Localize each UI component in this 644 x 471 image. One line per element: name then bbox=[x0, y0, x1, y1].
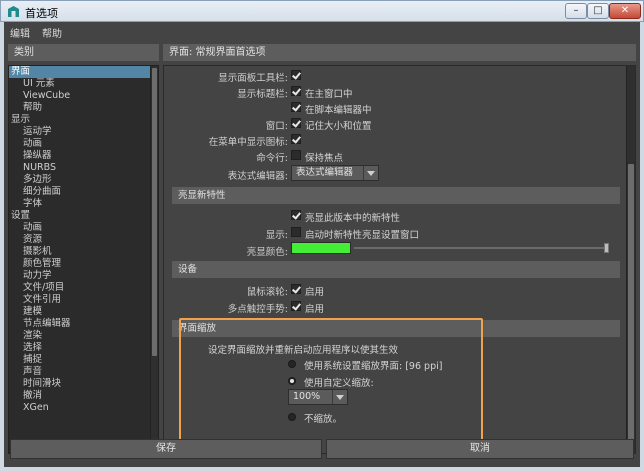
highlight-color-slider-track[interactable] bbox=[354, 247, 607, 249]
category-scroll-thumb[interactable] bbox=[152, 68, 157, 356]
use-custom-scaling-radio[interactable] bbox=[288, 377, 296, 385]
use-custom-scaling-text: 使用自定义缩放: bbox=[304, 378, 374, 389]
category-item[interactable]: 选择 bbox=[9, 342, 42, 354]
title-bar-label: 显示标题栏: bbox=[237, 89, 288, 100]
category-item[interactable]: 文件引用 bbox=[9, 294, 61, 306]
maya-app-icon bbox=[8, 6, 19, 17]
preferences-client: 编辑 帮助 类别 界面: 常规界面首选项 界面 UI 元素 ViewCube 帮… bbox=[4, 22, 640, 467]
category-item[interactable]: 时间滑块 bbox=[9, 378, 61, 390]
menu-icons-checkbox[interactable] bbox=[291, 134, 301, 144]
mouse-wheel-label: 鼠标滚轮: bbox=[246, 287, 288, 298]
close-button[interactable]: ✕ bbox=[609, 3, 641, 19]
category-item[interactable]: 帮助 bbox=[9, 102, 42, 114]
save-button[interactable]: 保存 bbox=[10, 439, 322, 459]
window-label: 窗口: bbox=[265, 121, 288, 132]
highlight-color-slider-handle[interactable] bbox=[604, 243, 609, 253]
category-item[interactable]: NURBS bbox=[9, 162, 56, 174]
category-item[interactable]: 捕捉 bbox=[9, 354, 42, 366]
category-list[interactable]: 界面 UI 元素 ViewCube 帮助 显示 运动学 动画 操纵器 NURBS… bbox=[8, 65, 159, 454]
panel-toolbar-checkbox[interactable] bbox=[291, 70, 301, 80]
multitouch-label: 多点触控手势: bbox=[227, 304, 288, 315]
menu-icons-label: 在菜单中显示图标: bbox=[208, 137, 288, 148]
title-script-editor-checkbox[interactable] bbox=[291, 102, 301, 112]
no-scaling-radio[interactable] bbox=[288, 413, 296, 421]
section-highlight-new[interactable]: 亮显新特性 bbox=[172, 187, 620, 204]
expr-editor-dropdown[interactable]: 表达式编辑器 bbox=[291, 165, 379, 181]
highlight-color-swatch[interactable] bbox=[291, 242, 351, 254]
scaling-hint: 设定界面缩放并重新启动应用程序以使其生效 bbox=[208, 345, 399, 356]
category-item[interactable]: 多边形 bbox=[9, 174, 52, 186]
category-item[interactable]: 细分曲面 bbox=[9, 186, 61, 198]
title-main-window-checkbox[interactable] bbox=[291, 86, 301, 96]
use-system-scaling-radio[interactable] bbox=[288, 360, 296, 368]
mouse-wheel-text: 启用 bbox=[305, 287, 325, 298]
title-main-window-text: 在主窗口中 bbox=[305, 89, 353, 100]
category-item[interactable]: 动画 bbox=[9, 138, 42, 150]
category-item[interactable]: 文件/项目 bbox=[9, 282, 64, 294]
category-item[interactable]: 界面 bbox=[9, 66, 150, 78]
remember-size-checkbox[interactable] bbox=[291, 118, 301, 128]
content-scrollbar[interactable] bbox=[626, 66, 635, 453]
show-label: 显示: bbox=[265, 230, 288, 241]
category-item[interactable]: 动力学 bbox=[9, 270, 52, 282]
dropdown-separator bbox=[332, 390, 333, 404]
highlight-version-checkbox[interactable] bbox=[291, 210, 301, 220]
category-item[interactable]: 颜色管理 bbox=[9, 258, 61, 270]
title-bar: 首选项 – □ ✕ bbox=[0, 0, 644, 22]
no-scaling-text: 不缩放。 bbox=[304, 414, 343, 425]
category-item[interactable]: 设置 bbox=[9, 210, 30, 222]
keep-focus-checkbox[interactable] bbox=[291, 150, 301, 160]
use-system-scaling-text: 使用系统设置缩放界面: [96 ppi] bbox=[304, 361, 443, 372]
category-item[interactable]: 操纵器 bbox=[9, 150, 52, 162]
multitouch-checkbox[interactable] bbox=[291, 301, 301, 311]
show-at-startup-text: 启动时新特性亮显设置窗口 bbox=[305, 230, 420, 241]
command-line-label: 命令行: bbox=[256, 153, 288, 164]
categories-header: 类别 bbox=[8, 44, 159, 61]
category-item[interactable]: UI 元素 bbox=[9, 78, 55, 90]
multitouch-text: 启用 bbox=[305, 304, 325, 315]
chevron-down-icon bbox=[336, 395, 344, 400]
section-ui-scaling[interactable]: 界面缩放 bbox=[172, 320, 620, 337]
title-script-editor-text: 在脚本编辑器中 bbox=[305, 105, 372, 116]
menu-bar: 编辑 帮助 bbox=[4, 22, 640, 40]
category-item[interactable]: 字体 bbox=[9, 198, 42, 210]
panel-toolbar-label: 显示面板工具栏: bbox=[218, 73, 288, 84]
category-item[interactable]: 渲染 bbox=[9, 330, 42, 342]
category-item[interactable]: ViewCube bbox=[9, 90, 70, 102]
category-item[interactable]: 节点编辑器 bbox=[9, 318, 71, 330]
category-item[interactable]: XGen bbox=[9, 402, 49, 414]
custom-scale-value: 100% bbox=[293, 391, 321, 402]
window-title: 首选项 bbox=[25, 7, 58, 20]
highlight-color-label: 亮显颜色: bbox=[246, 247, 288, 258]
menu-edit[interactable]: 编辑 bbox=[10, 25, 30, 40]
chevron-down-icon bbox=[367, 171, 375, 176]
menu-help[interactable]: 帮助 bbox=[42, 25, 62, 40]
category-item[interactable]: 撤消 bbox=[9, 390, 42, 402]
mouse-wheel-checkbox[interactable] bbox=[291, 284, 301, 294]
settings-pane: 显示面板工具栏: 显示标题栏: 在主窗口中 在脚本编辑器中 窗口: 记住大小和位… bbox=[163, 65, 636, 454]
keep-focus-text: 保持焦点 bbox=[305, 153, 344, 164]
expr-editor-label: 表达式编辑器: bbox=[227, 171, 288, 182]
category-item[interactable]: 运动学 bbox=[9, 126, 52, 138]
category-item[interactable]: 摄影机 bbox=[9, 246, 52, 258]
category-item[interactable]: 声音 bbox=[9, 366, 42, 378]
maximize-button[interactable]: □ bbox=[587, 3, 609, 19]
section-devices[interactable]: 设备 bbox=[172, 261, 620, 278]
cancel-button[interactable]: 取消 bbox=[326, 439, 634, 459]
pane-header: 界面: 常规界面首选项 bbox=[163, 44, 636, 61]
category-item[interactable]: 动画 bbox=[9, 222, 42, 234]
expr-editor-value: 表达式编辑器 bbox=[296, 167, 354, 178]
custom-scale-dropdown[interactable]: 100% bbox=[288, 389, 348, 405]
category-item[interactable]: 显示 bbox=[9, 114, 30, 126]
content-scroll-thumb[interactable] bbox=[628, 164, 634, 444]
category-item[interactable]: 建模 bbox=[9, 306, 42, 318]
highlight-version-text: 亮显此版本中的新特性 bbox=[305, 213, 401, 224]
dropdown-separator bbox=[363, 166, 364, 180]
minimize-button[interactable]: – bbox=[565, 3, 587, 19]
remember-size-text: 记住大小和位置 bbox=[305, 121, 372, 132]
category-scrollbar[interactable] bbox=[150, 66, 158, 453]
show-at-startup-checkbox[interactable] bbox=[291, 227, 301, 237]
category-item[interactable]: 资源 bbox=[9, 234, 42, 246]
